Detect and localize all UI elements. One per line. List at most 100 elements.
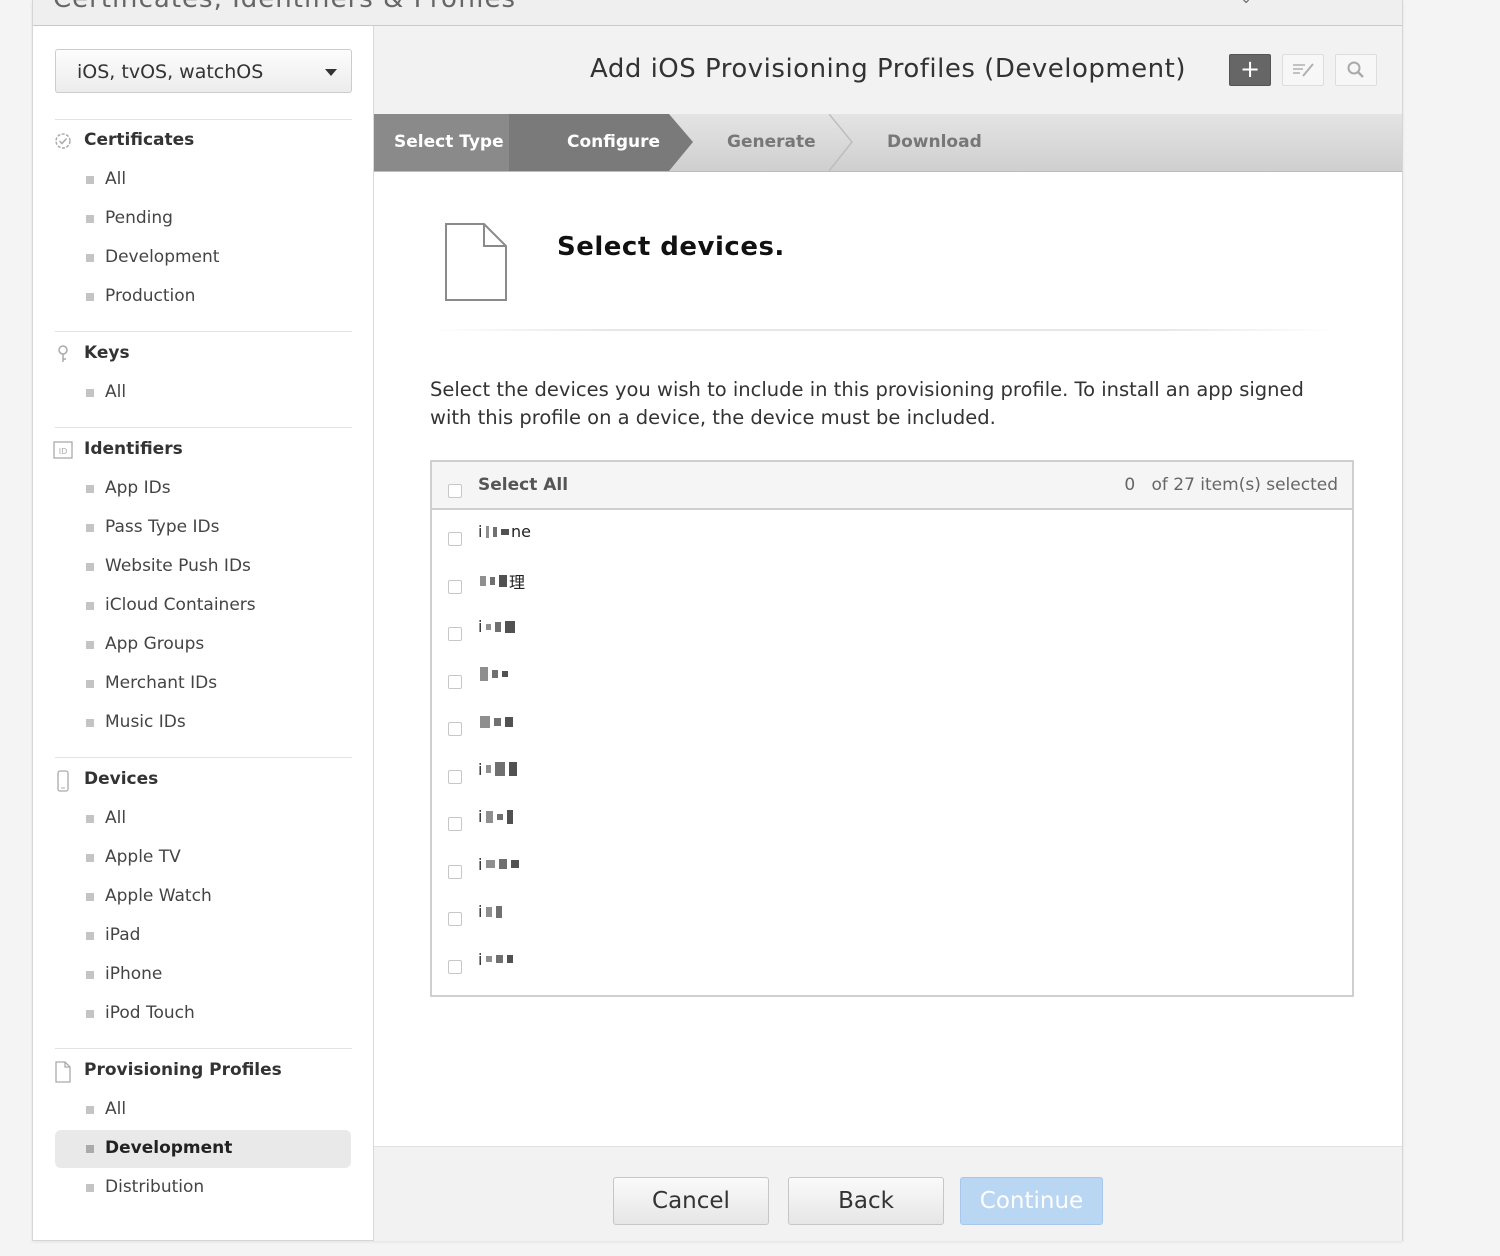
document-icon [445,223,507,301]
cancel-button[interactable]: Cancel [613,1177,769,1225]
device-checkbox[interactable] [448,627,462,641]
sidebar-item-identifiers-app-groups[interactable]: App Groups [55,626,351,664]
sidebar-item-label: iCloud Containers [105,595,256,615]
device-name-redacted [478,711,513,730]
device-row[interactable] [432,700,1352,747]
select-all-checkbox[interactable] [448,484,462,498]
bullet-icon [86,641,94,649]
redaction-pixel [507,955,513,963]
add-button[interactable]: + [1229,54,1271,86]
document-icon [53,1061,73,1083]
sidebar-item-devices-all[interactable]: All [55,800,351,838]
sidebar-item-label: All [105,169,127,189]
sidebar-item-identifiers-app-ids[interactable]: App IDs [55,470,351,508]
sidebar-divider [55,331,352,332]
device-checkbox[interactable] [448,532,462,546]
device-name-redacted: i [478,759,517,779]
device-row[interactable] [432,653,1352,700]
sidebar-section-certificates: Certificates [84,130,195,150]
redaction-pixel [480,575,486,586]
device-checkbox[interactable] [448,769,462,784]
content-divider [430,329,1336,331]
step-arrow [1029,114,1053,171]
main-panel: Add iOS Provisioning Profiles (Developme… [374,26,1402,1241]
redaction-pixel [511,860,519,868]
wizard-footer: Cancel Back Continue [374,1146,1402,1241]
sidebar-item-label: Music IDs [105,712,186,732]
redaction-pixel [486,623,491,630]
redaction-pixel [486,906,492,917]
sidebar-item-provisioning-all[interactable]: All [55,1091,351,1129]
step-generate: Generate [727,132,816,152]
sidebar-item-identifiers-music-ids[interactable]: Music IDs [55,704,351,742]
device-checkbox[interactable] [448,959,462,974]
sidebar-item-provisioning-distribution[interactable]: Distribution [55,1169,351,1207]
redaction-pixel [480,715,490,728]
device-row[interactable]: i [432,938,1352,985]
device-row[interactable]: i [432,748,1352,795]
redaction-pixel [492,670,498,678]
device-row[interactable]: i [432,605,1352,652]
sidebar-item-label: iPod Touch [105,1003,195,1023]
bullet-icon [86,719,94,727]
back-button[interactable]: Back [788,1177,944,1225]
sidebar-item-devices-ipod-touch[interactable]: iPod Touch [55,995,351,1033]
redaction-pixel [507,809,513,824]
sidebar-section-identifiers: Identifiers [84,439,183,459]
browser-page-frame: Certificates, Identifiers & Profiles ⌄ i… [32,0,1403,1241]
device-checkbox[interactable] [448,722,462,736]
device-row[interactable]: 理 [432,558,1352,605]
sidebar-item-certificates-development[interactable]: Development [55,239,351,277]
sidebar-item-devices-iphone[interactable]: iPhone [55,956,351,994]
wizard-steps: Select Type Configure Generate Download [374,114,1402,172]
device-name-prefix: i [478,949,483,969]
device-name-redacted: i [478,949,513,969]
sidebar-item-certificates-pending[interactable]: Pending [55,200,351,238]
device-name-suffix: ne [511,522,531,541]
edit-button[interactable] [1282,54,1324,86]
sidebar-item-label: All [105,1099,127,1119]
sidebar-item-identifiers-merchant-ids[interactable]: Merchant IDs [55,665,351,703]
device-row[interactable]: i [432,890,1352,937]
redaction-pixel [493,526,497,537]
sidebar-item-certificates-production[interactable]: Production [55,278,351,316]
chevron-down-icon[interactable]: ⌄ [1240,0,1252,7]
search-icon [1347,61,1364,78]
sidebar-item-keys-all[interactable]: All [55,374,351,412]
device-checkbox[interactable] [448,579,462,594]
device-name-prefix: i [478,902,483,921]
device-icon [53,770,73,792]
select-all-label[interactable]: Select All [478,475,568,495]
sidebar-item-provisioning-development[interactable]: Development [55,1130,351,1168]
device-checkbox[interactable] [448,817,462,831]
redaction-pixel [505,620,515,633]
redaction-pixel [501,528,509,535]
device-name-redacted: i [478,806,513,826]
platform-select[interactable]: iOS, tvOS, watchOS [55,49,352,93]
device-list: Select All 0 of 27 item(s) selected i ne 理… [430,460,1354,997]
bullet-icon [86,971,94,979]
bullet-icon [86,563,94,571]
search-button[interactable] [1335,54,1377,86]
redaction-pixel [502,671,508,677]
device-row[interactable]: i [432,843,1352,890]
continue-button[interactable]: Continue [960,1177,1103,1225]
device-list-header: Select All 0 of 27 item(s) selected [432,462,1352,510]
bullet-icon [86,602,94,610]
sidebar-item-devices-ipad[interactable]: iPad [55,917,351,955]
sidebar-item-identifiers-pass-type-ids[interactable]: Pass Type IDs [55,509,351,547]
device-checkbox[interactable] [448,674,462,689]
sidebar-item-devices-apple-tv[interactable]: Apple TV [55,839,351,877]
sidebar-item-certificates-all[interactable]: All [55,161,351,199]
sidebar-item-identifiers-website-push-ids[interactable]: Website Push IDs [55,548,351,586]
device-row[interactable]: i ne [432,510,1352,557]
device-checkbox[interactable] [448,912,462,926]
sidebar-item-label: Distribution [105,1177,205,1197]
device-checkbox[interactable] [448,864,462,879]
device-row[interactable]: i [432,795,1352,842]
sidebar-item-identifiers-icloud-containers[interactable]: iCloud Containers [55,587,351,625]
sidebar-item-devices-apple-watch[interactable]: Apple Watch [55,878,351,916]
device-name-prefix: i [478,617,483,636]
selected-count-value: 0 [1124,475,1136,495]
sidebar-divider [55,1048,352,1049]
